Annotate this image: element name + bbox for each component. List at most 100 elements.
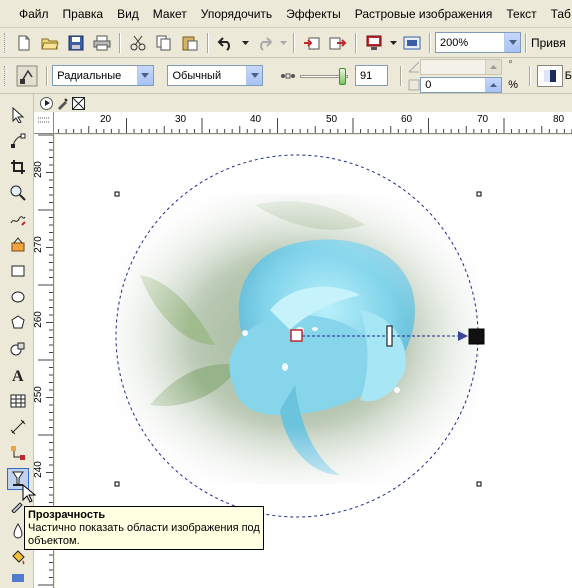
ruler-tick-label: 30 bbox=[175, 114, 187, 125]
ruler-tick-label: 50 bbox=[326, 114, 338, 125]
polygon-tool-icon[interactable] bbox=[7, 312, 29, 334]
angle-edge-group: ° 0 % bbox=[406, 58, 521, 93]
interactive-fill-tool-icon[interactable] bbox=[7, 570, 29, 586]
toolbar-grip[interactable] bbox=[4, 32, 7, 53]
ruler-corner[interactable] bbox=[34, 112, 54, 134]
transparency-type-value: Радиальные bbox=[57, 69, 122, 82]
redo-icon[interactable] bbox=[253, 32, 275, 54]
separator bbox=[525, 32, 527, 53]
right-label: Б bbox=[564, 69, 572, 82]
edit-transparency-icon[interactable] bbox=[13, 62, 40, 90]
shape-tool-icon[interactable] bbox=[7, 130, 29, 152]
ruler-tick-label: 240 bbox=[34, 461, 44, 478]
freehand-tool-icon[interactable] bbox=[7, 208, 29, 230]
slider-thumb[interactable] bbox=[339, 67, 347, 85]
publish-pdf-icon[interactable] bbox=[401, 32, 423, 54]
spinner-icon[interactable] bbox=[485, 77, 502, 92]
spinner-icon[interactable] bbox=[485, 59, 502, 74]
menu-text[interactable]: Текст bbox=[499, 7, 543, 21]
chevron-down-icon[interactable] bbox=[504, 33, 520, 52]
separator bbox=[429, 32, 431, 53]
tooltip-text-line1: Частично показать области изображения по… bbox=[28, 522, 260, 534]
edge-pad-icon bbox=[408, 79, 420, 90]
transparency-end-handle[interactable] bbox=[468, 328, 485, 345]
menu-view[interactable]: Вид bbox=[110, 7, 146, 21]
separator bbox=[119, 32, 121, 53]
scissors-icon[interactable] bbox=[127, 32, 149, 54]
ruler-tick-label: 80 bbox=[553, 114, 565, 125]
app-launcher-icon[interactable] bbox=[363, 32, 385, 54]
import-icon[interactable] bbox=[301, 32, 323, 54]
angle-icon bbox=[408, 61, 420, 72]
angle-field[interactable] bbox=[420, 58, 503, 75]
mouse-cursor-icon bbox=[22, 483, 37, 507]
ruler-tick-label: 260 bbox=[34, 311, 44, 328]
paste-icon[interactable] bbox=[179, 32, 201, 54]
edge-pad-value: 0 bbox=[425, 78, 432, 91]
transparency-start-handle[interactable] bbox=[290, 329, 303, 342]
copy-icon[interactable] bbox=[153, 32, 175, 54]
snap-to-label[interactable]: Привя bbox=[531, 36, 566, 50]
menu-effects[interactable]: Эффекты bbox=[279, 7, 348, 21]
menu-arrange[interactable]: Упорядочить bbox=[194, 7, 279, 21]
rectangle-tool-icon[interactable] bbox=[7, 260, 29, 282]
eyedropper-icon[interactable] bbox=[56, 97, 69, 110]
property-bar: Радиальные Обычный 91 ° 0 % Б bbox=[0, 58, 572, 94]
tool-tooltip: Прозрачность Частично показать области и… bbox=[24, 506, 264, 550]
ruler-tick-label: 60 bbox=[401, 114, 413, 125]
transparency-mode-select[interactable]: Обычный bbox=[167, 65, 264, 86]
menu-layout[interactable]: Макет bbox=[146, 7, 194, 21]
new-file-icon[interactable] bbox=[13, 32, 35, 54]
chevron-down-icon[interactable] bbox=[136, 66, 153, 85]
separator bbox=[400, 65, 403, 86]
ruler-tick-label: 70 bbox=[477, 114, 489, 125]
ellipse-tool-icon[interactable] bbox=[7, 286, 29, 308]
table-tool-icon[interactable] bbox=[7, 390, 29, 412]
horizontal-ruler[interactable]: 20 30 40 50 60 70 80 bbox=[54, 112, 572, 134]
menu-file[interactable]: Файл bbox=[12, 7, 56, 21]
connector-tool-icon[interactable] bbox=[7, 442, 29, 464]
play-icon[interactable] bbox=[40, 96, 53, 110]
undo-icon[interactable] bbox=[215, 32, 237, 54]
ruler-tick-label: 40 bbox=[250, 114, 262, 125]
pick-tool-icon[interactable] bbox=[7, 104, 29, 126]
transparency-midpoint-handle[interactable] bbox=[386, 325, 393, 347]
ruler-tick-label: 250 bbox=[34, 386, 44, 403]
export-icon[interactable] bbox=[327, 32, 349, 54]
midpoint-value: 91 bbox=[360, 69, 373, 82]
midpoint-value-field[interactable]: 91 bbox=[355, 65, 389, 86]
ruler-tick-label: 20 bbox=[100, 114, 112, 125]
toolbar-grip[interactable] bbox=[4, 65, 7, 86]
separator bbox=[293, 32, 295, 53]
text-tool-icon[interactable]: A bbox=[7, 364, 29, 386]
midpoint-slider[interactable] bbox=[300, 66, 349, 86]
chevron-down-icon[interactable] bbox=[246, 66, 263, 85]
crop-tool-icon[interactable] bbox=[7, 156, 29, 178]
zoom-tool-icon[interactable] bbox=[7, 182, 29, 204]
percent-symbol: % bbox=[508, 78, 519, 91]
open-folder-icon[interactable] bbox=[39, 32, 61, 54]
ruler-toolbar bbox=[34, 94, 572, 112]
save-icon[interactable] bbox=[65, 32, 87, 54]
separator bbox=[46, 65, 49, 86]
menu-edit[interactable]: Правка bbox=[56, 7, 111, 21]
transparency-type-select[interactable]: Радиальные bbox=[52, 65, 154, 86]
redo-dropdown-icon[interactable] bbox=[279, 32, 287, 54]
dimension-tool-icon[interactable] bbox=[7, 416, 29, 438]
menu-table[interactable]: Таб bbox=[544, 7, 572, 21]
menu-bar: Файл Правка Вид Макет Упорядочить Эффект… bbox=[0, 0, 572, 28]
smart-fill-tool-icon[interactable] bbox=[7, 234, 29, 256]
zoom-level-value: 200% bbox=[440, 36, 469, 49]
ruler-tick-label: 280 bbox=[34, 161, 44, 178]
print-icon[interactable] bbox=[91, 32, 113, 54]
degree-symbol: ° bbox=[508, 58, 513, 71]
basic-shapes-tool-icon[interactable] bbox=[7, 338, 29, 360]
no-color-icon[interactable] bbox=[72, 96, 85, 110]
launcher-dropdown-icon[interactable] bbox=[389, 32, 397, 54]
edge-pad-field[interactable]: 0 bbox=[420, 76, 503, 93]
menu-bitmaps[interactable]: Растровые изображения bbox=[348, 7, 500, 21]
transparency-mode-value: Обычный bbox=[172, 69, 222, 82]
transparency-target-button[interactable] bbox=[537, 64, 563, 87]
zoom-level-select[interactable]: 200% bbox=[435, 32, 521, 53]
undo-dropdown-icon[interactable] bbox=[241, 32, 249, 54]
